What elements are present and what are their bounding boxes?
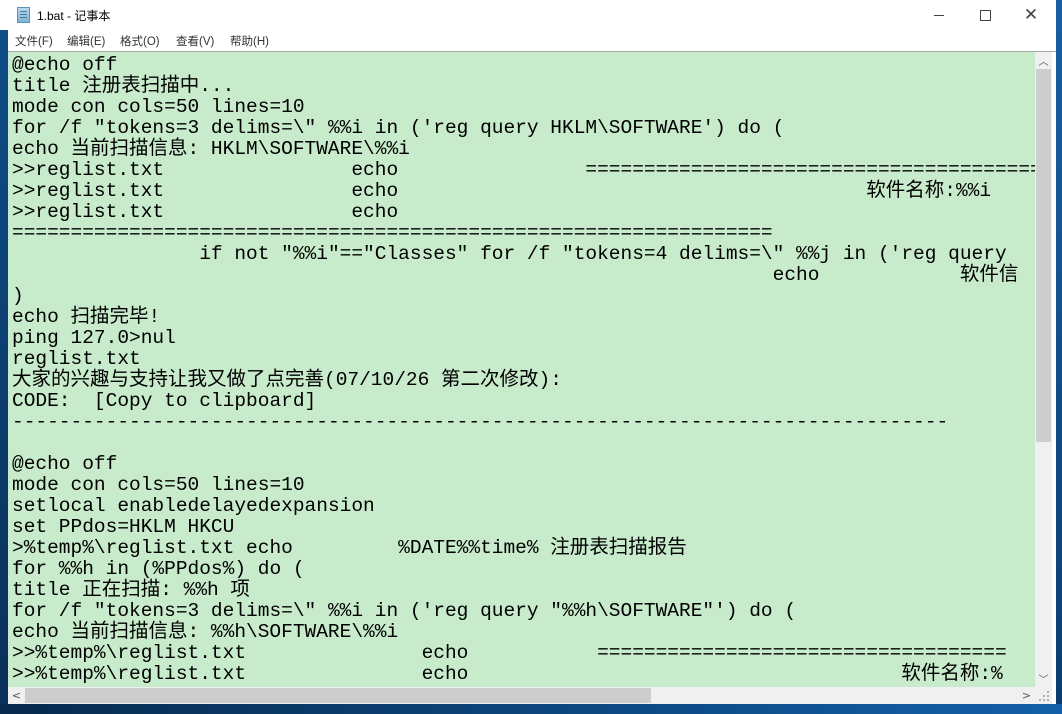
minimize-icon xyxy=(934,14,944,16)
editor-line: 大家的兴趣与支持让我又做了点完善(07/10/26 第二次修改): xyxy=(12,369,562,391)
editor-line: for /f "tokens=3 delims=\" %%i in ('reg … xyxy=(12,117,785,139)
editor-line: >>%temp%\reglist.txt echo 软件名称:% xyxy=(12,663,1003,685)
vertical-scrollbar[interactable]: ︿ ﹀ xyxy=(1035,52,1052,687)
editor-line: echo 软件信 xyxy=(12,264,1019,286)
editor-line: echo 当前扫描信息: HKLM\SOFTWARE\%%i xyxy=(12,138,410,160)
editor-line: ) xyxy=(12,285,24,307)
close-icon: ✕ xyxy=(1023,5,1039,25)
scroll-left-arrow-icon[interactable]: < xyxy=(8,687,25,704)
editor-line: mode con cols=50 lines=10 xyxy=(12,474,305,496)
resize-grip-icon[interactable] xyxy=(1035,687,1052,704)
editor-line: echo 当前扫描信息: %%h\SOFTWARE\%%i xyxy=(12,621,399,643)
desktop-background-bottom xyxy=(0,704,1062,714)
editor-line: if not "%%i"=="Classes" for /f "tokens=4… xyxy=(12,243,1007,265)
vertical-scroll-thumb[interactable] xyxy=(1036,69,1051,442)
horizontal-scroll-thumb[interactable] xyxy=(25,688,651,703)
menu-help[interactable]: 帮助(H) xyxy=(230,33,269,49)
editor-line: set PPdos=HKLM HKCU xyxy=(12,516,235,538)
editor-line: @echo off xyxy=(12,453,118,475)
editor-line: reglist.txt xyxy=(12,348,141,370)
menu-view[interactable]: 查看(V) xyxy=(176,33,214,49)
scroll-down-arrow-icon[interactable]: ﹀ xyxy=(1035,670,1052,687)
menu-file[interactable]: 文件(F) xyxy=(15,33,53,49)
maximize-icon xyxy=(979,9,991,21)
editor-line: title 正在扫描: %%h 项 xyxy=(12,579,250,601)
editor-line: ----------------------------------------… xyxy=(12,411,949,433)
notepad-app-icon[interactable] xyxy=(17,7,30,23)
close-button[interactable]: ✕ xyxy=(1008,0,1054,30)
editor-line: setlocal enabledelayedexpansion xyxy=(12,495,375,517)
desktop-background-right xyxy=(1056,0,1062,714)
editor-line: echo 扫描完毕! xyxy=(12,306,161,328)
text-editor-area[interactable]: @echo off title 注册表扫描中... mode con cols=50… xyxy=(8,52,1035,687)
editor-line: CODE: [Copy to clipboard] xyxy=(12,390,317,412)
editor-line: >>reglist.txt echo =====================… xyxy=(12,159,1035,181)
scroll-up-arrow-icon[interactable]: ︿ xyxy=(1035,52,1052,69)
editor-line: for %%h in (%PPdos%) do ( xyxy=(12,558,305,580)
title-bar[interactable]: 1.bat - 记事本 ✕ xyxy=(0,0,1056,30)
notepad-window: 1.bat - 记事本 ✕ 文件(F) 编辑(E) 格式(O) 查看(V) 帮助… xyxy=(0,0,1056,704)
editor-line: ping 127.0>nul xyxy=(12,327,176,349)
editor-line: >>reglist.txt echo xyxy=(12,201,399,223)
editor-line: @echo off xyxy=(12,54,118,76)
menu-bar: 文件(F) 编辑(E) 格式(O) 查看(V) 帮助(H) xyxy=(8,30,1056,51)
editor-line: title 注册表扫描中... xyxy=(12,75,235,97)
minimize-button[interactable] xyxy=(916,0,962,30)
editor-line: >>reglist.txt echo 软件名称:%%i xyxy=(12,180,992,202)
editor-line: >%temp%\reglist.txt echo %DATE%%time% 注册… xyxy=(12,537,687,559)
menu-edit[interactable]: 编辑(E) xyxy=(67,33,105,49)
editor-line: ========================================… xyxy=(12,222,773,244)
editor-text[interactable]: @echo off title 注册表扫描中... mode con cols=50… xyxy=(12,55,1035,685)
window-title: 1.bat - 记事本 xyxy=(37,9,111,23)
editor-line: >>%temp%\reglist.txt echo ==============… xyxy=(12,642,1007,664)
editor-line: mode con cols=50 lines=10 xyxy=(12,96,305,118)
editor-line: for /f "tokens=3 delims=\" %%i in ('reg … xyxy=(12,600,797,622)
scroll-right-arrow-icon[interactable]: > xyxy=(1018,687,1035,704)
menu-format[interactable]: 格式(O) xyxy=(120,33,160,49)
maximize-button[interactable] xyxy=(962,0,1008,30)
desktop-background-left xyxy=(0,0,8,714)
horizontal-scrollbar[interactable]: < > xyxy=(8,687,1035,704)
